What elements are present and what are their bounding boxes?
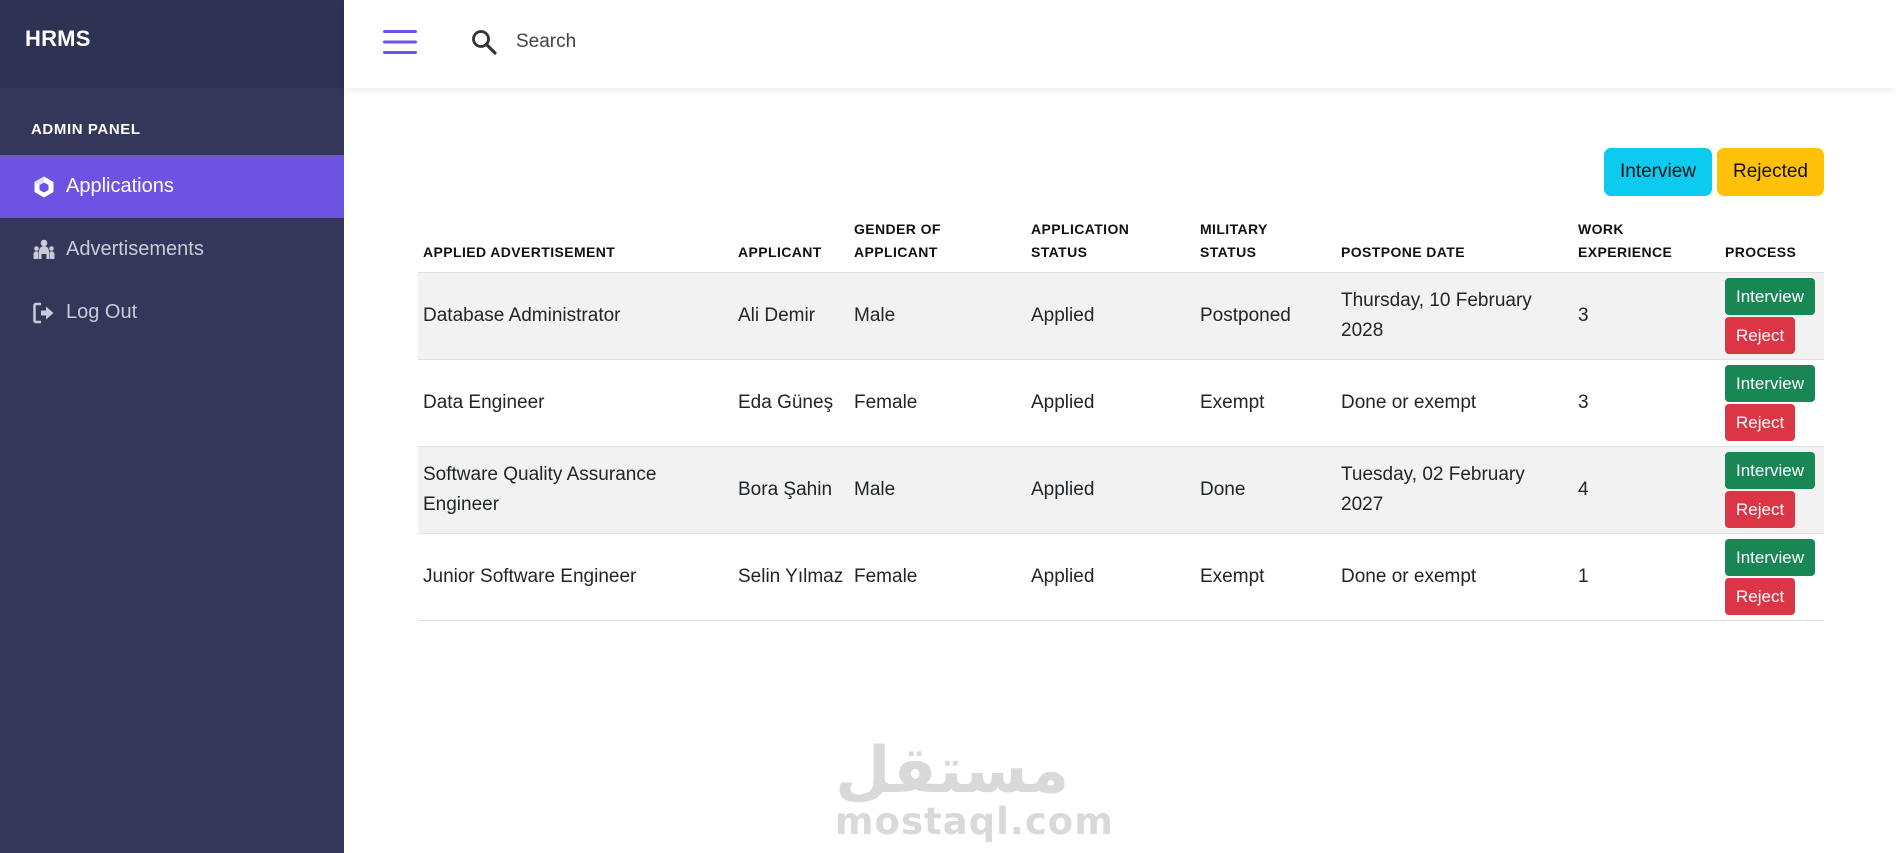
table-row: Junior Software Engineer Selin Yılmaz Fe…	[418, 533, 1824, 621]
cell-application-status: Applied	[1026, 359, 1195, 447]
column-header-process[interactable]: PROCESS	[1720, 218, 1824, 273]
watermark-arabic-text: مستقل	[835, 734, 1070, 808]
watermark-latin-text: mostaql.com	[835, 800, 1114, 843]
cell-application-status: Applied	[1026, 272, 1195, 360]
column-header-application-status[interactable]: APPLICATION STATUS	[1026, 218, 1195, 273]
cell-applicant: Bora Şahin	[733, 446, 849, 534]
search-icon	[472, 30, 497, 55]
column-header-postpone-date[interactable]: POSTPONE DATE	[1336, 218, 1573, 273]
cell-applicant: Selin Yılmaz	[733, 533, 849, 621]
cell-postpone-date: Thursday, 10 February 2028	[1336, 272, 1573, 360]
cell-military-status: Exempt	[1195, 533, 1336, 621]
cell-application-status: Applied	[1026, 446, 1195, 534]
cell-gender: Female	[849, 533, 1026, 621]
sidebar-item-log-out[interactable]: Log Out	[0, 281, 344, 344]
reject-button[interactable]: Reject	[1725, 578, 1796, 615]
applications-table: APPLIED ADVERTISEMENT APPLICANT GENDER O…	[418, 218, 1824, 621]
cell-process: Interview Reject	[1720, 359, 1824, 447]
logout-icon	[33, 302, 54, 323]
cell-military-status: Postponed	[1195, 272, 1336, 360]
hamburger-menu-icon[interactable]	[382, 26, 418, 58]
sidebar-item-label: Log Out	[66, 301, 138, 323]
people-icon	[33, 239, 55, 259]
cell-gender: Female	[849, 359, 1026, 447]
table-row: Data Engineer Eda Güneş Female Applied E…	[418, 359, 1824, 447]
cell-gender: Male	[849, 272, 1026, 360]
column-header-applied-advertisement[interactable]: APPLIED ADVERTISEMENT	[418, 218, 733, 273]
cell-process: Interview Reject	[1720, 533, 1824, 621]
column-header-military-status[interactable]: MILITARY STATUS	[1195, 218, 1336, 273]
cell-work-experience: 4	[1573, 446, 1720, 534]
cube-icon	[34, 176, 54, 197]
cell-postpone-date: Tuesday, 02 February 2027	[1336, 446, 1573, 534]
interview-button[interactable]: Interview	[1725, 539, 1816, 576]
sidebar-item-label: Advertisements	[66, 238, 204, 260]
table-row: Software Quality Assurance Engineer Bora…	[418, 446, 1824, 534]
cell-postpone-date: Done or exempt	[1336, 359, 1573, 447]
interview-button[interactable]: Interview	[1725, 365, 1816, 402]
brand-bar: HRMS	[0, 0, 344, 88]
admin-panel-label: ADMIN PANEL	[31, 121, 141, 138]
cell-advertisement: Junior Software Engineer	[418, 533, 733, 621]
sidebar: HRMS ADMIN PANEL Applications Advertisem…	[0, 0, 344, 853]
status-filter-bar: Interview Rejected	[1603, 148, 1824, 196]
search-input[interactable]	[516, 24, 916, 60]
table-header-row: APPLIED ADVERTISEMENT APPLICANT GENDER O…	[418, 218, 1824, 273]
cell-work-experience: 3	[1573, 359, 1720, 447]
sidebar-item-applications[interactable]: Applications	[0, 155, 344, 218]
cell-advertisement: Database Administrator	[418, 272, 733, 360]
cell-gender: Male	[849, 446, 1026, 534]
interview-button[interactable]: Interview	[1725, 452, 1816, 489]
cell-process: Interview Reject	[1720, 446, 1824, 534]
sidebar-nav: Applications Advertisements Log Out	[0, 155, 344, 344]
cell-application-status: Applied	[1026, 533, 1195, 621]
column-header-applicant[interactable]: APPLICANT	[733, 218, 849, 273]
interview-button[interactable]: Interview	[1725, 278, 1816, 315]
brand-logo[interactable]: HRMS	[25, 26, 91, 51]
cell-applicant: Ali Demir	[733, 272, 849, 360]
filter-rejected-button[interactable]: Rejected	[1717, 148, 1824, 196]
cell-work-experience: 3	[1573, 272, 1720, 360]
cell-applicant: Eda Güneş	[733, 359, 849, 447]
mostaql-watermark: مستقل mostaql.com	[835, 734, 1114, 843]
filter-interview-button[interactable]: Interview	[1603, 148, 1712, 196]
reject-button[interactable]: Reject	[1725, 404, 1796, 441]
cell-military-status: Exempt	[1195, 359, 1336, 447]
column-header-gender[interactable]: GENDER OF APPLICANT	[849, 218, 1026, 273]
cell-work-experience: 1	[1573, 533, 1720, 621]
sidebar-item-label: Applications	[66, 175, 174, 197]
table-row: Database Administrator Ali Demir Male Ap…	[418, 272, 1824, 360]
reject-button[interactable]: Reject	[1725, 491, 1796, 528]
column-header-work-experience[interactable]: WORK EXPERIENCE	[1573, 218, 1720, 273]
cell-process: Interview Reject	[1720, 272, 1824, 360]
cell-postpone-date: Done or exempt	[1336, 533, 1573, 621]
cell-military-status: Done	[1195, 446, 1336, 534]
cell-advertisement: Data Engineer	[418, 359, 733, 447]
cell-advertisement: Software Quality Assurance Engineer	[418, 446, 733, 534]
sidebar-item-advertisements[interactable]: Advertisements	[0, 218, 344, 281]
reject-button[interactable]: Reject	[1725, 317, 1796, 354]
top-bar	[344, 0, 1896, 88]
